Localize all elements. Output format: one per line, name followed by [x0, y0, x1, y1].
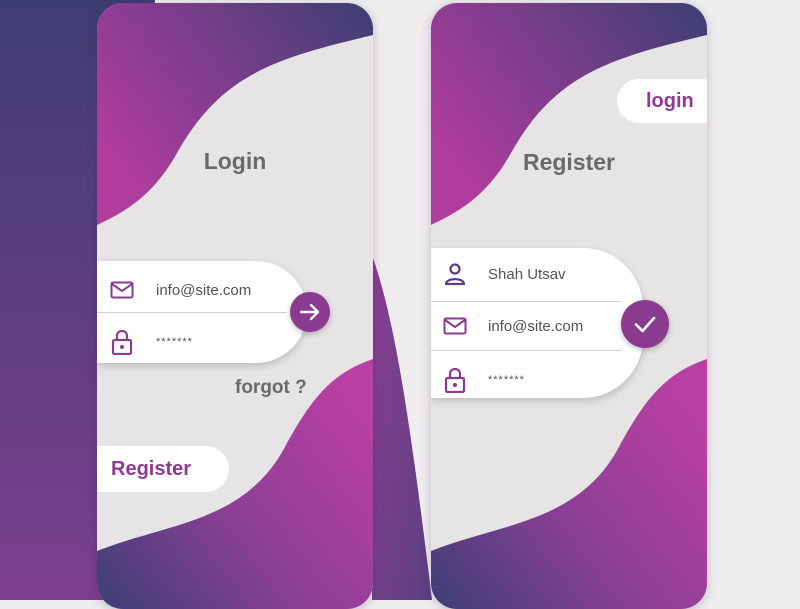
forgot-password-link[interactable]: forgot ?	[235, 377, 307, 399]
arrow-right-icon	[299, 303, 320, 321]
field-divider	[97, 312, 287, 313]
email-field[interactable]: info@site.com	[97, 275, 307, 305]
register-form-card: Shah Utsav info@site.com *******	[431, 248, 643, 398]
password-value: *******	[488, 374, 525, 386]
password-field[interactable]: *******	[431, 365, 643, 395]
name-value: Shah Utsav	[488, 265, 566, 283]
password-field[interactable]: *******	[97, 327, 307, 357]
field-divider	[431, 350, 621, 351]
login-form-card: info@site.com *******	[97, 261, 307, 363]
lock-icon	[107, 327, 137, 357]
mail-icon	[440, 311, 470, 341]
email-value: info@site.com	[488, 317, 584, 335]
email-field[interactable]: info@site.com	[431, 311, 643, 341]
login-screen: Login info@site.com ******* forgot ? Reg…	[97, 3, 373, 609]
password-value: *******	[156, 336, 193, 348]
user-icon	[440, 259, 470, 289]
register-title: Register	[522, 149, 616, 175]
mail-icon	[107, 275, 137, 305]
lock-icon	[440, 365, 470, 395]
register-button[interactable]: Register	[97, 446, 229, 492]
register-screen: login Register Shah Utsav info@site.com …	[431, 3, 707, 609]
name-field[interactable]: Shah Utsav	[431, 259, 643, 289]
field-divider	[431, 301, 621, 302]
login-title: Login	[203, 148, 267, 174]
login-button[interactable]: login	[617, 79, 707, 123]
login-submit-button[interactable]	[290, 292, 330, 332]
check-icon	[634, 316, 656, 333]
email-value: info@site.com	[156, 281, 252, 299]
register-submit-button[interactable]	[621, 300, 669, 348]
